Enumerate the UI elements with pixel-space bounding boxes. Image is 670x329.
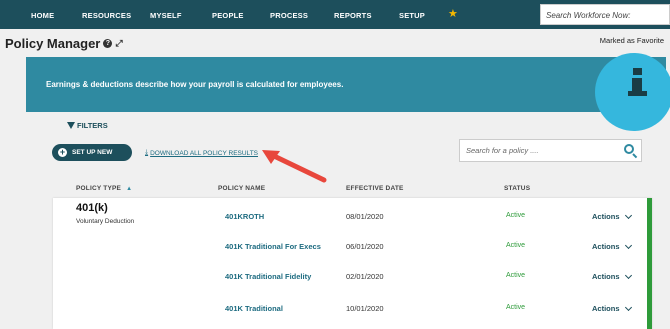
nav-reports[interactable]: REPORTS <box>334 11 372 20</box>
nav-myself[interactable]: MYSELF <box>150 11 182 20</box>
status-indicator-bar <box>647 198 652 329</box>
column-header-policy-name[interactable]: POLICY NAME <box>218 185 265 192</box>
sort-ascending-icon[interactable]: ▲ <box>126 186 132 192</box>
question-circle-icon[interactable]: ? <box>103 39 113 48</box>
status-text: Active <box>506 304 526 311</box>
actions-menu-button[interactable]: Actions <box>592 271 632 281</box>
status-text: Active <box>506 212 526 219</box>
actions-menu-button[interactable]: Actions <box>592 211 632 221</box>
policy-name-link[interactable]: 401K Traditional <box>225 304 283 313</box>
search-icon[interactable] <box>621 141 641 161</box>
star-icon[interactable]: ★ <box>448 7 458 20</box>
policy-name-link[interactable]: 401K Traditional Fidelity <box>225 272 311 281</box>
column-header-status[interactable]: STATUS <box>504 185 530 192</box>
policy-name-link[interactable]: 401KROTH <box>225 212 264 221</box>
expand-arrows-icon[interactable]: ⤢ <box>115 38 122 49</box>
status-text: Active <box>506 272 526 279</box>
nav-process[interactable]: PROCESS <box>270 11 308 20</box>
effective-date: 06/01/2020 <box>346 242 384 251</box>
policy-name-link[interactable]: 401K Traditional For Execs <box>225 242 321 251</box>
download-all-link[interactable]: ⤓ DOWNLOAD ALL POLICY RESULTS <box>145 149 258 157</box>
nav-setup[interactable]: SETUP <box>399 11 425 20</box>
policy-type-name: 401(k) <box>76 202 108 214</box>
top-nav: HOME RESOURCES MYSELF PEOPLE PROCESS REP… <box>0 0 670 29</box>
filter-icon <box>67 122 75 129</box>
column-header-policy-type[interactable]: POLICY TYPE ▲ <box>76 185 132 192</box>
nav-people[interactable]: PEOPLE <box>212 11 244 20</box>
download-icon: ⤓ <box>145 149 149 156</box>
annotation-arrow-icon <box>262 150 327 183</box>
global-search-input[interactable] <box>541 6 669 25</box>
policy-search-input[interactable] <box>460 140 621 161</box>
nav-resources[interactable]: RESOURCES <box>82 11 131 20</box>
actions-menu-button[interactable]: Actions <box>592 303 632 313</box>
download-label: DOWNLOAD ALL POLICY RESULTS <box>150 149 258 157</box>
info-icon <box>628 68 647 98</box>
actions-menu-button[interactable]: Actions <box>592 241 632 251</box>
favorite-label[interactable]: Marked as Favorite <box>600 36 664 45</box>
global-search[interactable] <box>540 4 670 25</box>
filters-label: FILTERS <box>77 121 108 130</box>
page-title: Policy Manager <box>5 36 101 51</box>
set-up-new-button[interactable]: + SET UP NEW <box>52 144 132 161</box>
page-title-row: Policy Manager ? ⤢ <box>5 36 123 51</box>
chevron-down-icon <box>624 303 632 311</box>
status-text: Active <box>506 242 526 249</box>
nav-home[interactable]: HOME <box>31 11 54 20</box>
effective-date: 10/01/2020 <box>346 304 384 313</box>
chevron-down-icon <box>624 271 632 279</box>
plus-icon: + <box>58 147 67 157</box>
banner-text: Earnings & deductions describe how your … <box>46 80 344 89</box>
chevron-down-icon <box>624 211 632 219</box>
policy-type-subtitle: Voluntary Deduction <box>76 218 135 225</box>
column-header-effective-date[interactable]: EFFECTIVE DATE <box>346 185 404 192</box>
policy-search[interactable] <box>459 139 642 162</box>
chevron-down-icon <box>624 241 632 249</box>
set-up-new-label: SET UP NEW <box>72 149 113 156</box>
info-banner: Earnings & deductions describe how your … <box>26 57 666 112</box>
filters-toggle[interactable]: FILTERS <box>67 121 108 130</box>
effective-date: 08/01/2020 <box>346 212 384 221</box>
effective-date: 02/01/2020 <box>346 272 384 281</box>
